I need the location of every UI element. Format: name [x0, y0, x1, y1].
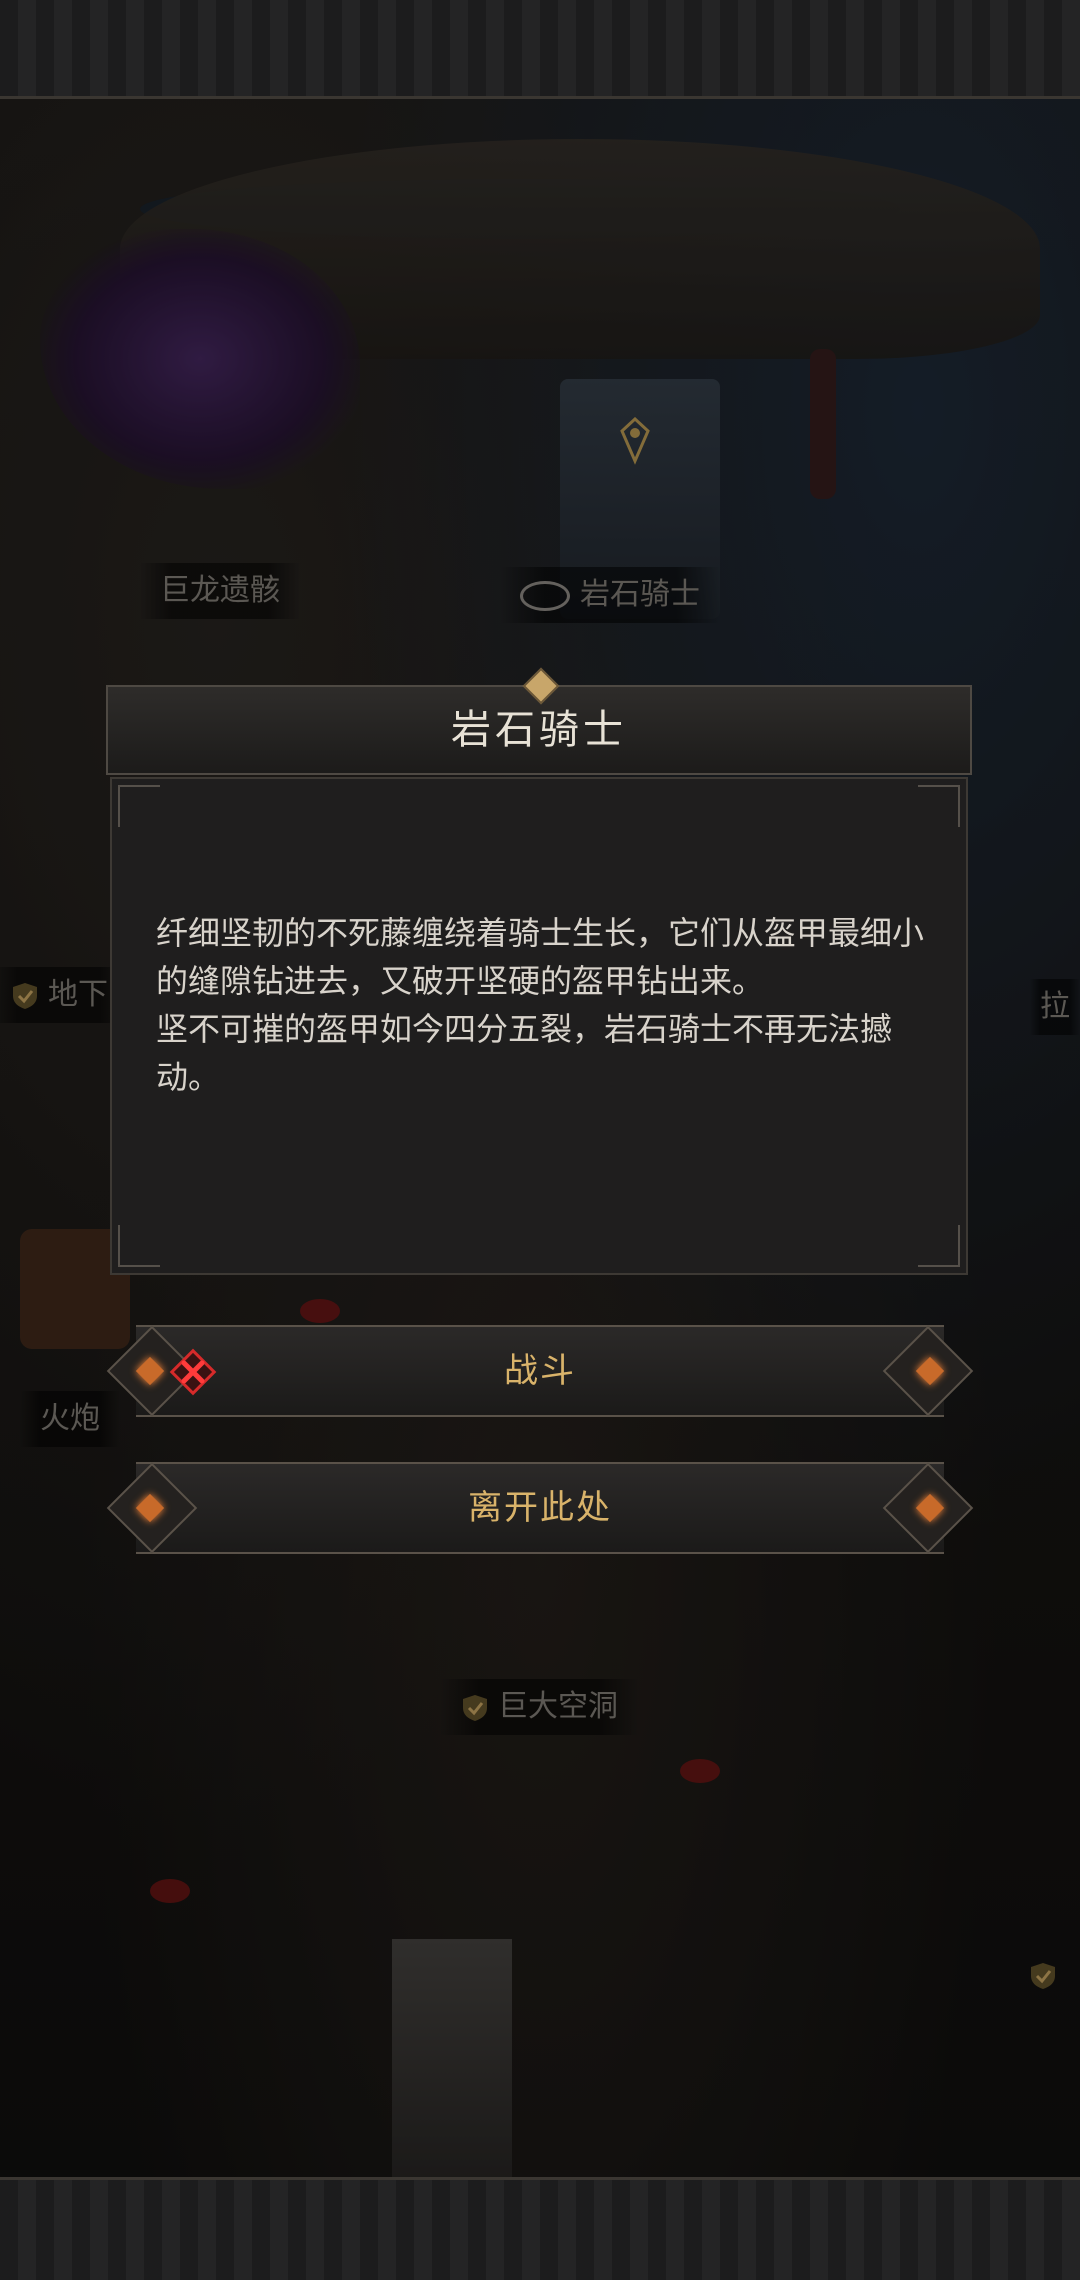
description-paragraph: 坚不可摧的盔甲如今四分五裂，岩石骑士不再无法撼动。	[156, 1010, 893, 1096]
dialog-description: 纤细坚韧的不死藤缠绕着骑士生长，它们从盔甲最细小的缝隙钻进去，又破开坚硬的盔甲钻…	[156, 909, 946, 1101]
fight-button[interactable]: 战斗	[106, 1325, 974, 1417]
description-paragraph: 纤细坚韧的不死藤缠绕着骑士生长，它们从盔甲最细小的缝隙钻进去，又破开坚硬的盔甲钻…	[156, 914, 925, 1000]
dialog-body: 纤细坚韧的不死藤缠绕着骑士生长，它们从盔甲最细小的缝隙钻进去，又破开坚硬的盔甲钻…	[110, 777, 968, 1275]
event-dialog: 岩石骑士 纤细坚韧的不死藤缠绕着骑士生长，它们从盔甲最细小的缝隙钻进去，又破开坚…	[106, 667, 972, 1275]
top-frame	[0, 0, 1080, 99]
corner-ornament	[118, 1225, 160, 1267]
corner-ornament	[118, 785, 160, 827]
leave-button[interactable]: 离开此处	[106, 1462, 974, 1554]
corner-ornament	[918, 785, 960, 827]
bottom-frame	[0, 2177, 1080, 2280]
fight-button-label: 战斗	[504, 1351, 576, 1391]
corner-ornament	[918, 1225, 960, 1267]
leave-button-label: 离开此处	[468, 1488, 612, 1528]
